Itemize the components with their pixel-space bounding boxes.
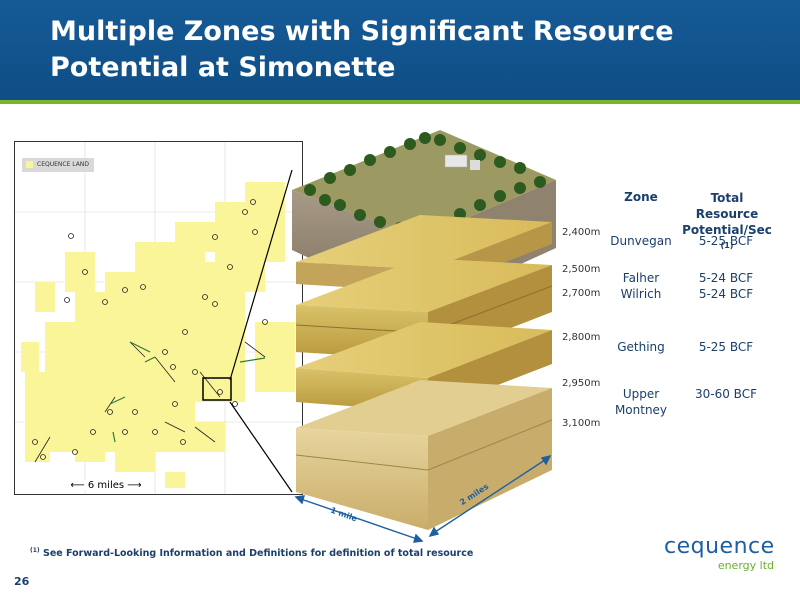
resource-header-text: Total Resource Potential/Sec <box>682 191 772 237</box>
zone-gething: Gething <box>617 340 665 354</box>
geology-block-diagram <box>229 130 556 543</box>
table-header-zone: Zone <box>624 190 658 204</box>
depth-label-3: 2,700m <box>562 288 601 299</box>
zoom-line-bottom <box>229 401 293 493</box>
logo-sub: energy ltd <box>717 559 774 572</box>
company-logo: cequence energy ltd <box>664 536 774 572</box>
value-dunvegan: 5-25 BCF <box>698 234 754 248</box>
zone-falher: Falher <box>622 271 660 285</box>
depth-label-1: 2,400m <box>562 227 601 238</box>
depth-label-6: 3,100m <box>562 418 601 429</box>
zone-upper-montney: Upper Montney <box>614 387 668 417</box>
value-falher: 5-24 BCF <box>698 271 754 285</box>
page-number: 26 <box>14 575 30 588</box>
footnote: (1) See Forward-Looking Information and … <box>30 547 473 559</box>
footnote-text: See Forward-Looking Information and Defi… <box>42 548 474 560</box>
zone-wilrich: Wilrich <box>620 287 662 301</box>
value-upper-montney: 30-60 BCF <box>695 387 757 401</box>
zoom-line-top <box>229 169 293 381</box>
depth-label-2: 2,500m <box>562 264 601 275</box>
footnote-marker: (1) <box>30 547 40 554</box>
logo-name: cequence <box>664 534 775 559</box>
zone-dunvegan: Dunvegan <box>610 234 672 248</box>
value-gething: 5-25 BCF <box>698 340 754 354</box>
depth-label-4: 2,800m <box>562 332 601 343</box>
depth-label-5: 2,950m <box>562 378 601 389</box>
value-wilrich: 5-24 BCF <box>698 287 754 301</box>
